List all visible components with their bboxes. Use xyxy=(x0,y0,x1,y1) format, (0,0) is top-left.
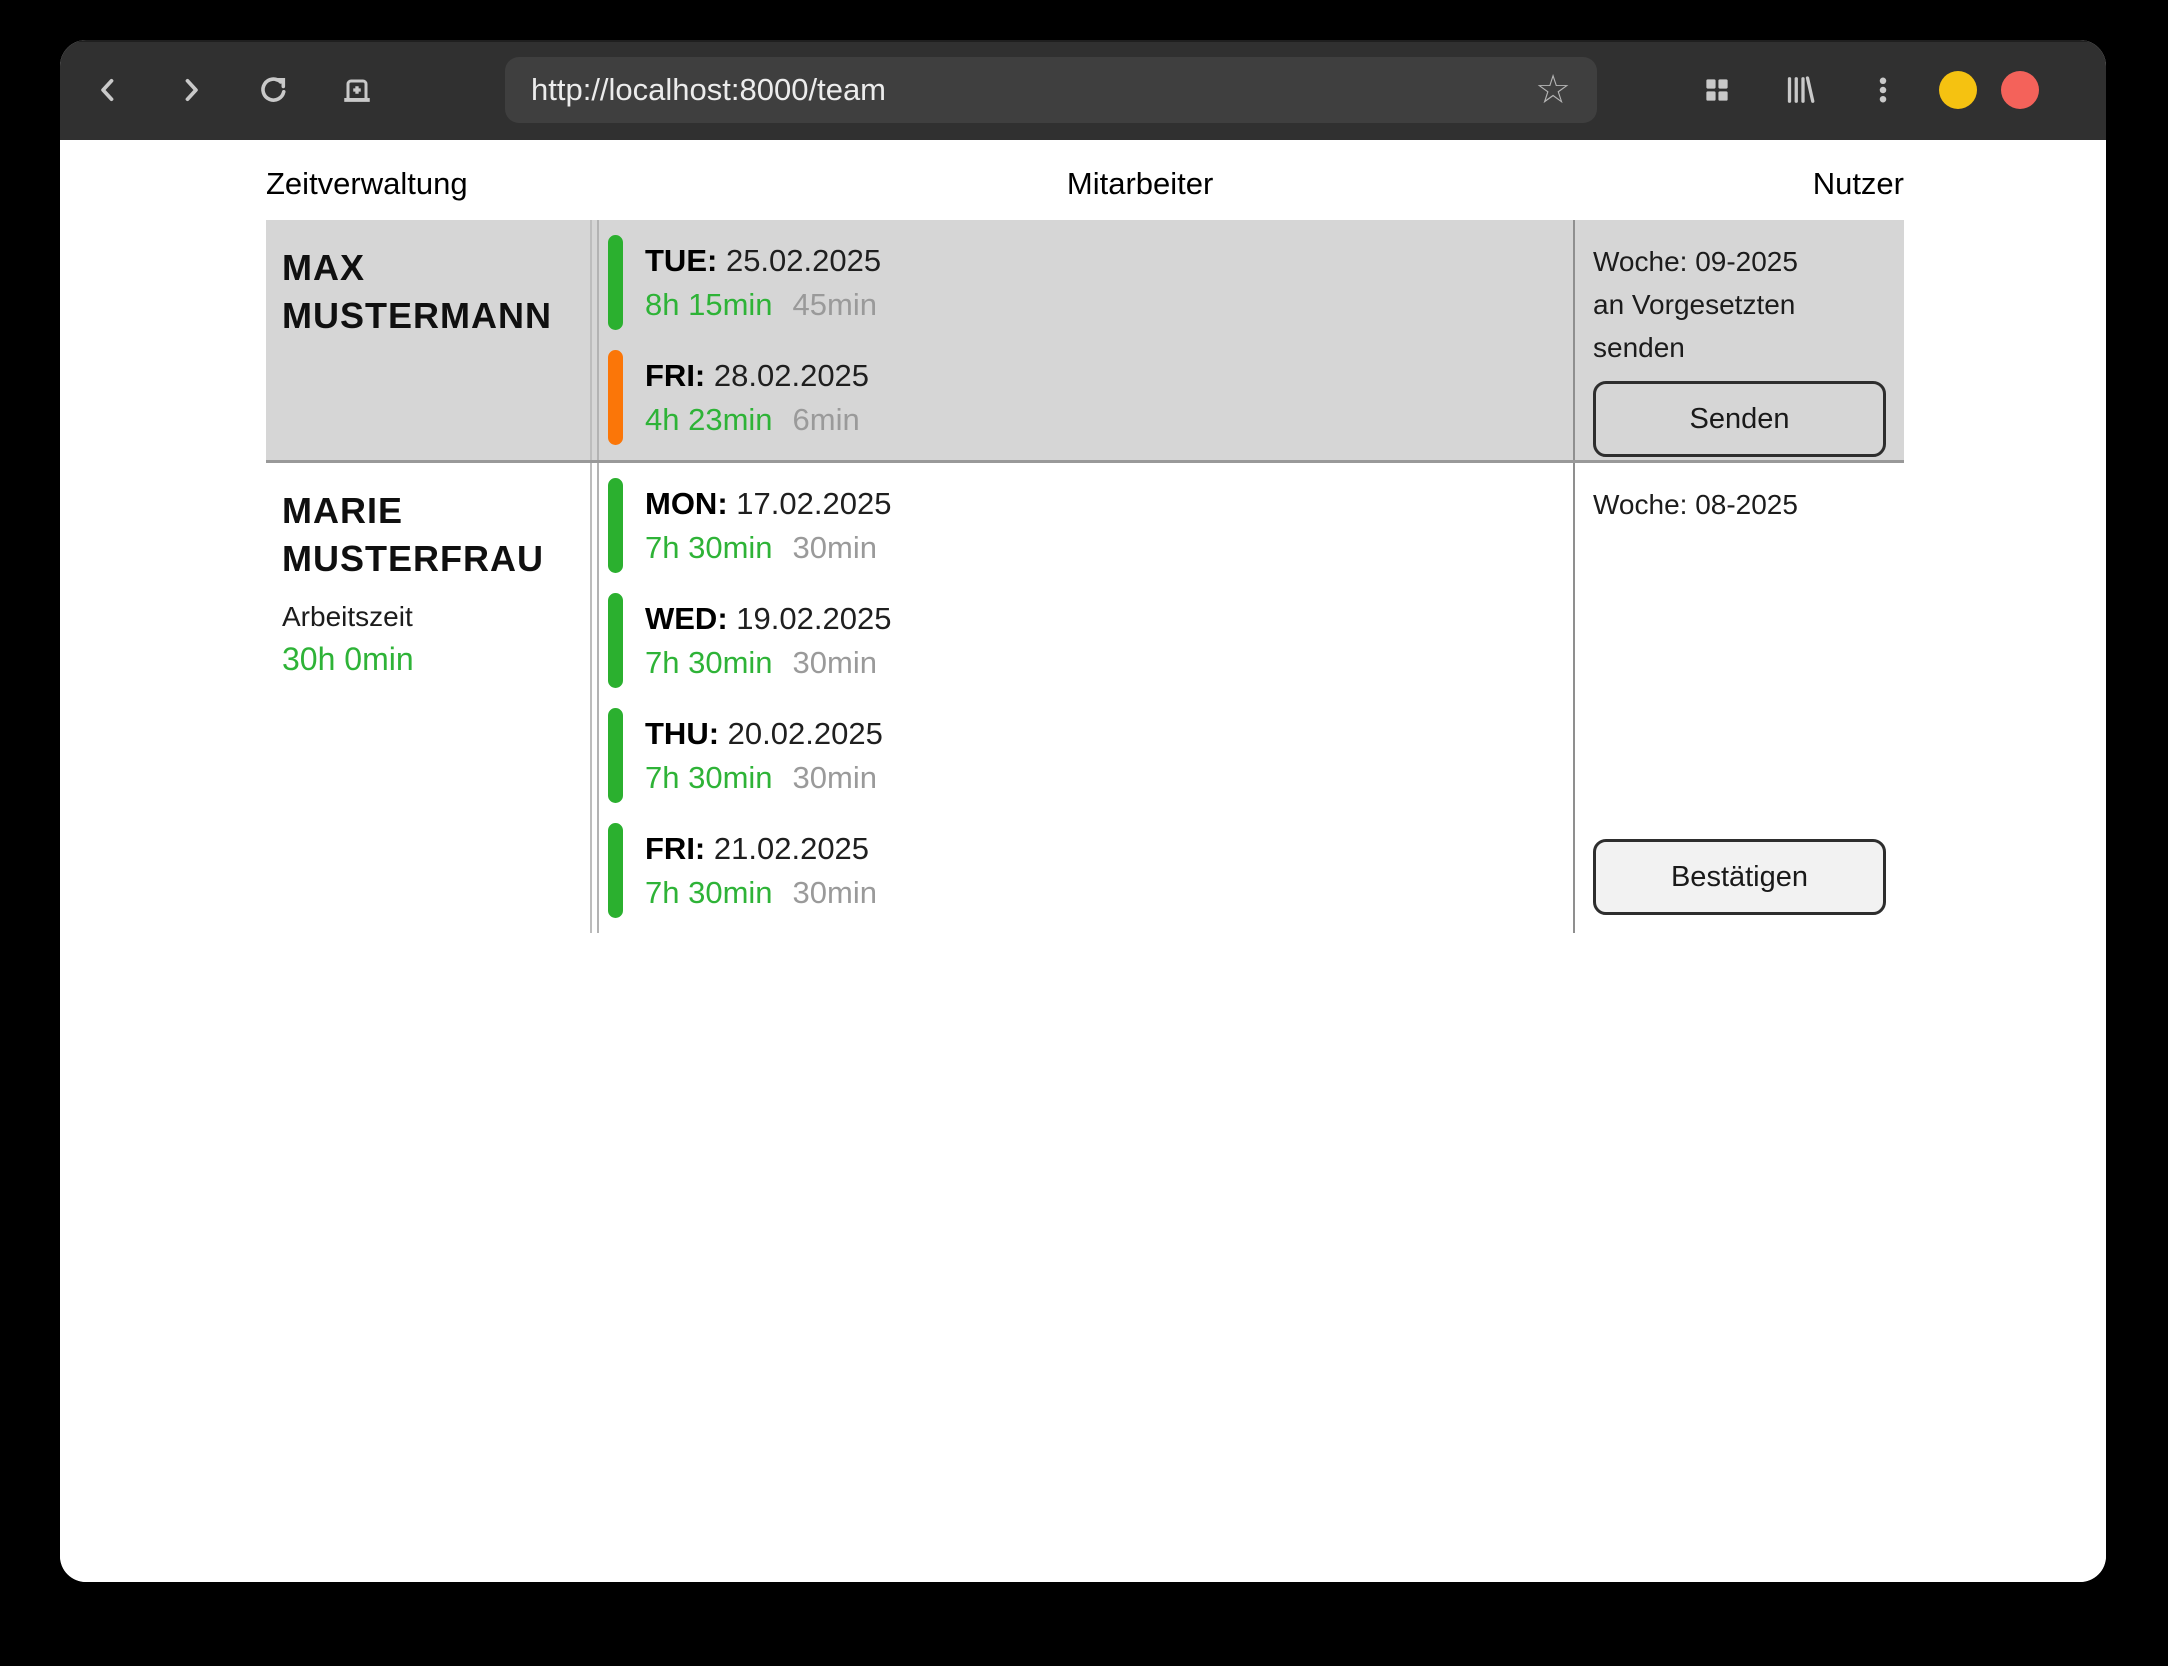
entry-day: TUE: xyxy=(645,243,717,278)
entry-worked-time: 7h 30min xyxy=(645,530,773,565)
menu-button[interactable] xyxy=(1865,72,1901,108)
entry-pause-time: 30min xyxy=(793,645,877,680)
status-bar xyxy=(608,823,623,918)
new-tab-icon xyxy=(339,72,375,108)
employee-name: MUSTERMANN xyxy=(282,292,590,340)
back-button[interactable] xyxy=(90,72,126,108)
employee-name: MAX xyxy=(282,244,590,292)
employee-name: MUSTERFRAU xyxy=(282,535,590,583)
nav-link-mitarbeiter[interactable]: Mitarbeiter xyxy=(1067,166,1213,202)
week-label: an Vorgesetzten xyxy=(1593,283,1886,326)
entry-day: FRI: xyxy=(645,358,705,393)
forward-button[interactable] xyxy=(173,72,209,108)
entry-worked-time: 7h 30min xyxy=(645,875,773,910)
kebab-menu-icon xyxy=(1866,73,1900,107)
nav-link-nutzer[interactable]: Nutzer xyxy=(1813,166,1904,202)
url-text[interactable]: http://localhost:8000/team xyxy=(531,72,886,108)
time-entry: TUE: 25.02.2025 8h 15min 45min xyxy=(608,235,1573,330)
worktime-value: 30h 0min xyxy=(282,637,590,681)
entry-pause-time: 45min xyxy=(793,287,877,322)
entry-worked-time: 4h 23min xyxy=(645,402,773,437)
bookmark-star-icon[interactable]: ☆ xyxy=(1535,70,1571,110)
entry-date: 28.02.2025 xyxy=(714,358,869,393)
entry-pause-time: 30min xyxy=(793,530,877,565)
time-entry: FRI: 28.02.2025 4h 23min 6min xyxy=(608,350,1573,445)
entry-day: FRI: xyxy=(645,831,705,866)
employee-name-cell: MARIE MUSTERFRAU Arbeitszeit 30h 0min xyxy=(266,463,592,933)
time-entry: MON: 17.02.2025 7h 30min 30min xyxy=(608,478,1573,573)
entry-pause-time: 30min xyxy=(793,875,877,910)
tab-overview-button[interactable] xyxy=(1699,72,1735,108)
employee-name-cell: MAX MUSTERMANN xyxy=(266,220,592,460)
status-bar xyxy=(608,235,623,330)
status-bar xyxy=(608,708,623,803)
page-content: Zeitverwaltung Mitarbeiter Nutzer MAX MU… xyxy=(60,140,2106,1582)
week-action-cell: Woche: 08-2025 Bestätigen xyxy=(1575,463,1904,933)
status-bar xyxy=(608,478,623,573)
entry-date: 17.02.2025 xyxy=(736,486,891,521)
entry-day: MON: xyxy=(645,486,728,521)
entry-worked-time: 8h 15min xyxy=(645,287,773,322)
entry-date: 19.02.2025 xyxy=(736,601,891,636)
worktime-label: Arbeitszeit xyxy=(282,597,590,637)
new-tab-button[interactable] xyxy=(339,72,375,108)
status-bar xyxy=(608,350,623,445)
senden-button[interactable]: Senden xyxy=(1593,381,1886,457)
url-bar[interactable]: http://localhost:8000/team ☆ xyxy=(505,57,1597,123)
entry-date: 25.02.2025 xyxy=(726,243,881,278)
library-button[interactable] xyxy=(1782,72,1818,108)
employee-name: MARIE xyxy=(282,487,590,535)
minimize-window-button[interactable] xyxy=(1939,71,1977,109)
employee-row-max-mustermann: MAX MUSTERMANN TUE: 25.02.2025 8h 15min 4… xyxy=(266,220,1904,463)
entry-pause-time: 30min xyxy=(793,760,877,795)
entry-worked-time: 7h 30min xyxy=(645,645,773,680)
time-entries-cell: MON: 17.02.2025 7h 30min 30min WED: 19.02… xyxy=(597,463,1575,933)
entry-pause-time: 6min xyxy=(793,402,860,437)
entry-day: THU: xyxy=(645,716,719,751)
close-window-button[interactable] xyxy=(2001,71,2039,109)
chevron-left-icon xyxy=(91,73,125,107)
time-entry: THU: 20.02.2025 7h 30min 30min xyxy=(608,708,1573,803)
employee-row-marie-musterfrau: MARIE MUSTERFRAU Arbeitszeit 30h 0min MO… xyxy=(266,463,1904,933)
entry-date: 21.02.2025 xyxy=(714,831,869,866)
entry-day: WED: xyxy=(645,601,728,636)
browser-toolbar: http://localhost:8000/team ☆ xyxy=(60,40,2106,140)
time-entry: WED: 19.02.2025 7h 30min 30min xyxy=(608,593,1573,688)
library-icon xyxy=(1782,72,1818,108)
nav-link-zeitverwaltung[interactable]: Zeitverwaltung xyxy=(266,166,468,202)
reload-icon xyxy=(256,72,292,108)
reload-button[interactable] xyxy=(256,72,292,108)
time-entries-cell: TUE: 25.02.2025 8h 15min 45min FRI: 28.02… xyxy=(597,220,1575,460)
week-label: Woche: 08-2025 xyxy=(1593,483,1886,526)
status-bar xyxy=(608,593,623,688)
chevron-right-icon xyxy=(174,73,208,107)
week-label: Woche: 09-2025 xyxy=(1593,240,1886,283)
time-entry: FRI: 21.02.2025 7h 30min 30min xyxy=(608,823,1573,918)
entry-date: 20.02.2025 xyxy=(728,716,883,751)
bestaetigen-button[interactable]: Bestätigen xyxy=(1593,839,1886,915)
week-label: senden xyxy=(1593,326,1886,369)
browser-window: http://localhost:8000/team ☆ xyxy=(60,40,2106,1582)
week-action-cell: Woche: 09-2025 an Vorgesetzten senden Se… xyxy=(1575,220,1904,460)
main-nav: Zeitverwaltung Mitarbeiter Nutzer xyxy=(266,166,1904,202)
entry-worked-time: 7h 30min xyxy=(645,760,773,795)
grid-icon xyxy=(1700,73,1734,107)
